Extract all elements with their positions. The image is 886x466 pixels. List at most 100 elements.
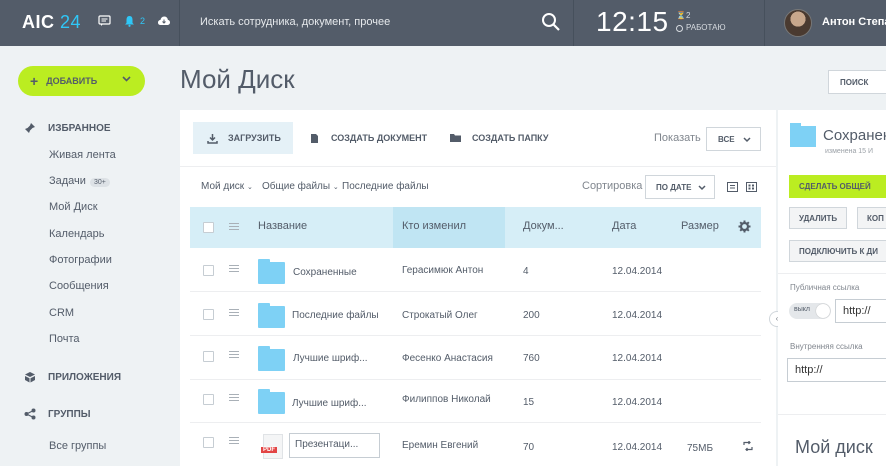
breadcrumb-recent-files[interactable]: Последние файлы <box>342 181 429 192</box>
bell-icon <box>124 15 138 27</box>
pdf-label: PDF <box>261 447 277 453</box>
sidebar-item-calendar[interactable]: Календарь <box>49 228 105 240</box>
row-checkbox[interactable] <box>203 394 214 405</box>
work-status[interactable]: ⏳ 2 РАБОТАЮ <box>676 10 726 34</box>
logo[interactable]: AIC 24 <box>22 12 81 33</box>
row-date: 12.04.2014 <box>612 266 663 277</box>
sidebar-item-mail[interactable]: Почта <box>49 333 80 345</box>
sync-icon[interactable] <box>743 440 753 454</box>
work-status-label: РАБОТАЮ <box>686 23 726 32</box>
row-modified-by: Строкатый Олег <box>402 310 478 321</box>
folder-icon <box>449 133 462 144</box>
sidebar-item-crm[interactable]: CRM <box>49 307 74 319</box>
sidebar-item-all-groups[interactable]: Все группы <box>49 440 106 452</box>
breadcrumb-label: Мой диск <box>201 181 245 192</box>
column-date[interactable]: Дата <box>612 220 636 232</box>
sidebar-item-live-feed[interactable]: Живая лента <box>49 149 116 161</box>
row-name[interactable]: Последние файлы <box>292 310 379 321</box>
row-menu-icon[interactable] <box>229 437 239 444</box>
public-link-input[interactable]: http:// <box>835 299 886 323</box>
gear-icon[interactable] <box>738 220 751 236</box>
clock[interactable]: 12:15 <box>596 6 669 38</box>
upload-button[interactable]: ЗАГРУЗИТЬ <box>193 122 293 154</box>
row-docs: 4 <box>523 266 529 277</box>
work-count: 2 <box>686 11 691 20</box>
search-button[interactable]: ПОИСК <box>828 70 886 94</box>
add-button[interactable]: + ДОБАВИТЬ <box>18 66 145 96</box>
table-row[interactable]: Лучшие шриф... Фесенко Анастасия 760 12.… <box>190 337 761 380</box>
public-link-toggle[interactable]: выкл <box>789 303 831 319</box>
sort-select-value: ПО ДАТЕ <box>656 182 692 192</box>
status-dot-icon <box>676 24 683 32</box>
row-name[interactable]: Сохраненные <box>293 267 357 278</box>
section-label: ПРИЛОЖЕНИЯ <box>48 371 122 383</box>
row-checkbox[interactable] <box>203 309 214 320</box>
create-document-label: СОЗДАТЬ ДОКУМЕНТ <box>331 133 428 143</box>
delete-button[interactable]: УДАЛИТЬ <box>789 207 848 229</box>
column-name[interactable]: Название <box>258 220 307 232</box>
sidebar-section-favorites[interactable]: ИЗБРАННОЕ <box>24 122 111 134</box>
select-all-checkbox[interactable] <box>203 222 214 233</box>
create-document-button[interactable]: СОЗДАТЬ ДОКУМЕНТ <box>310 122 427 154</box>
table-row[interactable]: Сохраненные Герасимюк Антон 4 12.04.2014 <box>190 249 761 292</box>
hourglass-icon: ⏳ <box>676 11 686 20</box>
create-folder-label: СОЗДАТЬ ПАПКУ <box>472 133 549 143</box>
sidebar-item-messages[interactable]: Сообщения <box>49 280 109 292</box>
copy-button[interactable]: КОП <box>857 207 886 229</box>
top-bar: AIC 24 2 Искать сотрудника, документ, пр… <box>0 0 886 46</box>
create-folder-button[interactable]: СОЗДАТЬ ПАПКУ <box>449 122 548 154</box>
share-button[interactable]: СДЕЛАТЬ ОБЩЕЙ <box>789 175 886 198</box>
search-input[interactable]: Искать сотрудника, документ, прочее <box>200 16 390 28</box>
menu-icon[interactable] <box>229 223 239 230</box>
chat-icon[interactable] <box>98 15 112 27</box>
table-row[interactable]: PDF Презентаци... Еремин Евгений 70 12.0… <box>190 424 761 466</box>
row-name[interactable]: Лучшие шриф... <box>292 398 367 409</box>
section-label: ГРУППЫ <box>48 408 91 420</box>
rename-input[interactable]: Презентаци... <box>289 433 380 458</box>
divider <box>179 0 180 46</box>
sort-select[interactable]: ПО ДАТЕ <box>645 175 715 199</box>
cloud-icon[interactable] <box>157 15 171 27</box>
avatar[interactable] <box>784 9 812 37</box>
row-name[interactable]: Лучшие шриф... <box>293 353 368 364</box>
sidebar-item-photos[interactable]: Фотографии <box>49 254 112 266</box>
column-documents[interactable]: Докум... <box>523 220 564 232</box>
column-size[interactable]: Размер <box>681 220 719 232</box>
public-link-label: Публичная ссылка <box>790 283 860 292</box>
divider <box>778 273 886 274</box>
grid-view-icon[interactable] <box>746 182 757 192</box>
search-icon[interactable] <box>541 12 561 32</box>
folder-icon <box>790 123 816 147</box>
table-row[interactable]: Последние файлы Строкатый Олег 200 12.04… <box>190 293 761 336</box>
row-checkbox[interactable] <box>203 351 214 362</box>
notification-count: 2 <box>140 16 146 26</box>
chevron-down-icon <box>743 136 751 145</box>
row-date: 12.04.2014 <box>612 310 663 321</box>
row-checkbox[interactable] <box>203 265 214 276</box>
sidebar-item-my-drive[interactable]: Мой Диск <box>49 201 98 213</box>
notifications[interactable]: 2 <box>124 15 145 27</box>
breadcrumb-my-drive[interactable]: Мой диск ⌄ <box>201 181 253 192</box>
details-title: Сохранен <box>823 127 886 144</box>
breadcrumb-label: Общие файлы <box>262 181 331 192</box>
row-menu-icon[interactable] <box>229 309 239 316</box>
sidebar-section-groups[interactable]: ГРУППЫ <box>24 408 91 420</box>
folder-icon <box>258 259 285 284</box>
share-icon <box>24 408 36 420</box>
row-menu-icon[interactable] <box>229 394 239 401</box>
table-row[interactable]: Лучшие шриф... Филиппов Николай 15 12.04… <box>190 380 761 423</box>
user-name[interactable]: Антон Степа <box>822 16 886 28</box>
sidebar-item-tasks[interactable]: Задачи 30+ <box>49 175 110 187</box>
connect-button[interactable]: ПОДКЛЮЧИТЬ К ДИ <box>789 240 886 262</box>
show-select[interactable]: ВСЕ <box>706 127 761 151</box>
breadcrumb-shared-files[interactable]: Общие файлы ⌄ <box>262 181 339 192</box>
pin-icon <box>24 122 36 134</box>
sidebar-section-apps[interactable]: ПРИЛОЖЕНИЯ <box>24 371 121 383</box>
list-view-icon[interactable] <box>727 182 738 192</box>
internal-link-input[interactable]: http:// <box>787 358 886 382</box>
row-menu-icon[interactable] <box>229 351 239 358</box>
row-menu-icon[interactable] <box>229 265 239 272</box>
row-checkbox[interactable] <box>203 437 214 448</box>
column-modified-by[interactable]: Кто изменил <box>402 220 466 232</box>
folder-icon <box>258 389 285 414</box>
